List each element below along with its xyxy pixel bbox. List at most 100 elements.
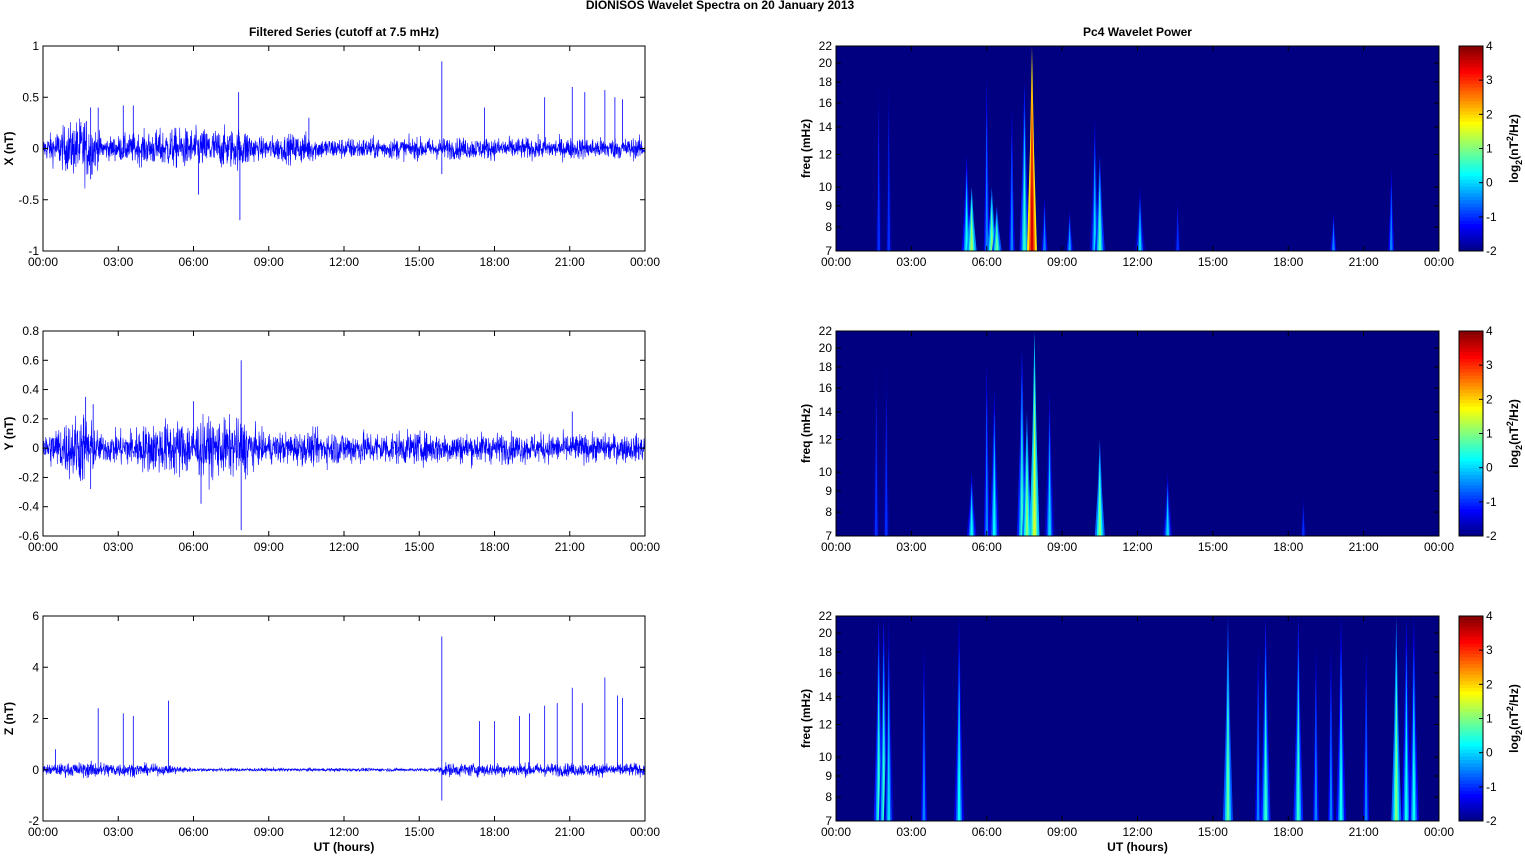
colorbar-segment <box>1459 192 1483 197</box>
colorbar-segment <box>1459 368 1483 373</box>
colorbar-segment <box>1459 186 1483 190</box>
series-plot-Y <box>43 360 645 531</box>
x-tick-label: 18:00 <box>1273 825 1303 839</box>
colorbar-segment <box>1459 389 1483 393</box>
colorbar-segment <box>1459 341 1483 346</box>
y-axis-label: X (nT) <box>2 132 16 166</box>
colorbar-segment <box>1459 409 1483 414</box>
colorbar-segment <box>1459 385 1483 390</box>
colorbar-segment <box>1459 481 1483 486</box>
x-tick-label: 15:00 <box>1198 540 1228 554</box>
colorbar-segment <box>1459 515 1483 520</box>
colorbar-segment <box>1459 721 1483 726</box>
colorbar-segment <box>1459 372 1483 376</box>
colorbar-tick-label: 4 <box>1486 324 1493 338</box>
colorbar-segment <box>1459 667 1483 672</box>
y-tick-label: 4 <box>32 660 39 674</box>
colorbar-segment <box>1459 97 1483 102</box>
x-tick-label: 06:00 <box>972 825 1002 839</box>
colorbar-segment <box>1459 49 1483 54</box>
y-tick-label: 18 <box>819 645 833 659</box>
colorbar-segment <box>1459 643 1483 648</box>
colorbar-segment <box>1459 756 1483 760</box>
colorbar-segment <box>1459 128 1483 132</box>
colorbar-segment <box>1459 155 1483 160</box>
y-tick-label: -0.2 <box>18 470 39 484</box>
x-tick-label: 18:00 <box>479 825 509 839</box>
colorbar-segment <box>1459 46 1483 50</box>
colorbar-segment <box>1459 616 1483 620</box>
y-tick-label: 9 <box>825 769 832 783</box>
x-tick-label: 09:00 <box>254 825 284 839</box>
heatmap-background <box>836 331 1439 536</box>
colorbar-segment <box>1459 810 1483 815</box>
y-tick-label: 12 <box>819 433 833 447</box>
x-tick-label: 21:00 <box>555 540 585 554</box>
x-tick-label: 12:00 <box>1122 825 1152 839</box>
x-axis-label: UT (hours) <box>1107 840 1168 854</box>
colorbar-segment <box>1459 474 1483 479</box>
colorbar-segment <box>1459 786 1483 791</box>
colorbar-segment <box>1459 650 1483 655</box>
colorbar-tick-label: -2 <box>1486 529 1497 543</box>
colorbar-segment <box>1459 752 1483 757</box>
x-tick-label: 18:00 <box>479 540 509 554</box>
y-tick-label: 0.5 <box>22 90 39 104</box>
colorbar-segment <box>1459 698 1483 702</box>
colorbar-segment <box>1459 691 1483 696</box>
colorbar-segment <box>1459 131 1483 136</box>
colorbar-segment <box>1459 708 1483 713</box>
colorbar-segment <box>1459 626 1483 631</box>
y-tick-label: 14 <box>819 120 833 134</box>
series-plot-X <box>43 61 645 221</box>
colorbar-segment <box>1459 619 1483 624</box>
colorbar-segment <box>1459 365 1483 370</box>
y-tick-label: 14 <box>819 405 833 419</box>
y-tick-label: -1 <box>28 244 39 258</box>
colorbar-tick-label: 3 <box>1486 73 1493 87</box>
colorbar-tick-label: -1 <box>1486 780 1497 794</box>
colorbar-segment <box>1459 220 1483 225</box>
colorbar-segment <box>1459 773 1483 778</box>
x-tick-label: 06:00 <box>178 825 208 839</box>
colorbar-segment <box>1459 793 1483 798</box>
colorbar-segment <box>1459 803 1483 808</box>
colorbar-segment <box>1459 227 1483 231</box>
colorbar-segment <box>1459 244 1483 249</box>
y-tick-label: 0.2 <box>22 412 39 426</box>
colorbar-segment <box>1459 406 1483 411</box>
x-tick-label: 21:00 <box>555 255 585 269</box>
colorbar-tick-label: 0 <box>1486 461 1493 475</box>
colorbar-segment <box>1459 450 1483 455</box>
y-tick-label: 7 <box>825 814 832 828</box>
heatmap-background <box>836 46 1439 251</box>
colorbar-segment <box>1459 491 1483 496</box>
y-tick-label: 0 <box>32 441 39 455</box>
colorbar-segment <box>1459 522 1483 527</box>
colorbar-segment <box>1459 701 1483 706</box>
colorbar-segment <box>1459 148 1483 153</box>
x-tick-label: 15:00 <box>404 825 434 839</box>
colorbar-segment <box>1459 392 1483 397</box>
colorbar-segment <box>1459 175 1483 180</box>
x-tick-label: 09:00 <box>254 540 284 554</box>
colorbar-segment <box>1459 134 1483 139</box>
y-tick-label: 16 <box>819 381 833 395</box>
y-tick-label: 7 <box>825 244 832 258</box>
y-tick-label: 0 <box>32 763 39 777</box>
colorbar-segment <box>1459 440 1483 445</box>
colorbar-segment <box>1459 797 1483 801</box>
wavelet-plot-Y <box>836 331 1439 536</box>
axes-title: Filtered Series (cutoff at 7.5 mHz) <box>249 25 439 39</box>
colorbar-segment <box>1459 182 1483 187</box>
x-tick-label: 15:00 <box>404 540 434 554</box>
colorbar-segment <box>1459 443 1483 448</box>
x-tick-label: 00:00 <box>1424 255 1454 269</box>
y-tick-label: 22 <box>819 609 833 623</box>
x-tick-label: 03:00 <box>103 540 133 554</box>
colorbar-segment <box>1459 732 1483 737</box>
figure-title: DIONISOS Wavelet Spectra on 20 January 2… <box>586 0 855 12</box>
colorbar-segment <box>1459 687 1483 692</box>
colorbar-segment <box>1459 759 1483 764</box>
y-tick-label: 1 <box>32 39 39 53</box>
